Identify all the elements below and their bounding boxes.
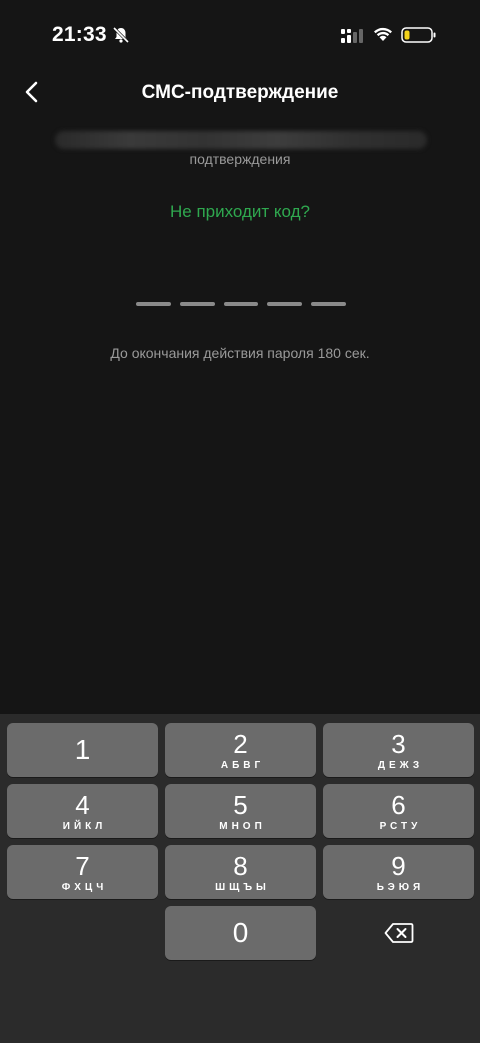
- otp-input[interactable]: [136, 302, 346, 306]
- status-bar: 21:33: [0, 0, 480, 70]
- key-letters: ЬЭЮЯ: [376, 881, 425, 893]
- wifi-icon: [374, 27, 392, 41]
- key-3[interactable]: 3 ДЕЖЗ: [323, 723, 474, 777]
- page-title: СМС-подтверждение: [141, 82, 339, 103]
- key-digit: 4: [75, 789, 90, 820]
- key-letters: ФХЦЧ: [61, 881, 108, 893]
- key-digit: 1: [74, 734, 91, 765]
- key-digit: 8: [233, 850, 248, 881]
- key-digit: 2: [233, 728, 248, 759]
- backspace-button[interactable]: [323, 906, 474, 960]
- key-digit: 3: [391, 728, 406, 759]
- key-letters: ДЕЖЗ: [377, 759, 424, 771]
- status-time: 21:33: [52, 23, 107, 46]
- otp-slot: [136, 302, 171, 306]
- timer-text: До окончания действия пароля 180 сек.: [110, 345, 370, 361]
- key-letters: ШЩЪЫ: [215, 881, 270, 893]
- blurred-phone-info: [55, 131, 427, 149]
- key-letters: АБВГ: [220, 759, 265, 771]
- key-letters: РСТУ: [379, 820, 422, 832]
- battery-low-icon: [401, 27, 436, 43]
- backspace-icon: [384, 923, 413, 943]
- key-6[interactable]: 6 РСТУ: [323, 784, 474, 838]
- no-code-link[interactable]: Не приходит код?: [0, 202, 480, 222]
- key-4[interactable]: 4 ИЙКЛ: [7, 784, 158, 838]
- key-8[interactable]: 8 ШЩЪЫ: [165, 845, 316, 899]
- key-digit: 9: [391, 850, 406, 881]
- key-0[interactable]: 0: [165, 906, 316, 960]
- signal-icon: [341, 29, 363, 43]
- key-7[interactable]: 7 ФХЦЧ: [7, 845, 158, 899]
- key-digit: 5: [233, 789, 248, 820]
- key-digit: 7: [75, 850, 90, 881]
- subtitle: подтверждения: [189, 151, 291, 167]
- key-1[interactable]: 1: [7, 723, 158, 777]
- key-2[interactable]: 2 АБВГ: [165, 723, 316, 777]
- key-digit: 6: [391, 789, 406, 820]
- key-digit: 0: [232, 917, 249, 948]
- otp-slot: [179, 302, 215, 306]
- bell-muted-icon: [112, 26, 130, 44]
- otp-slot: [223, 302, 259, 306]
- otp-slot: [311, 302, 346, 306]
- key-letters: ИЙКЛ: [62, 820, 107, 832]
- key-5[interactable]: 5 МНОП: [165, 784, 316, 838]
- key-9[interactable]: 9 ЬЭЮЯ: [323, 845, 474, 899]
- header: СМС-подтверждение: [0, 70, 480, 114]
- numeric-keyboard: 1 2 АБВГ 3 ДЕЖЗ 4 ИЙКЛ 5 МНОП 6 РСТУ 7 Ф…: [0, 714, 480, 1043]
- otp-slot: [267, 302, 303, 306]
- key-letters: МНОП: [219, 820, 266, 832]
